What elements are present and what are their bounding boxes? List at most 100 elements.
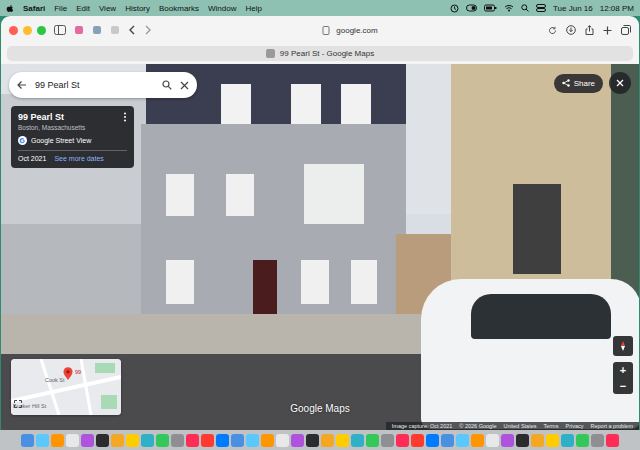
battery-icon[interactable] — [484, 4, 497, 12]
list-icon[interactable] — [110, 25, 120, 35]
forward-icon[interactable] — [144, 25, 152, 35]
see-more-dates-link[interactable]: See more dates — [54, 155, 103, 162]
app-icon[interactable] — [486, 434, 499, 447]
app-menu[interactable]: Safari — [23, 4, 45, 13]
attribution-item[interactable]: Report a problem — [591, 423, 634, 429]
app-icon[interactable] — [396, 434, 409, 447]
reload-icon[interactable] — [548, 26, 557, 35]
address-text[interactable]: google.com — [336, 26, 377, 35]
app-icon[interactable] — [66, 434, 79, 447]
tab-label[interactable]: 99 Pearl St - Google Maps — [280, 49, 374, 58]
back-icon[interactable] — [128, 25, 136, 35]
mini-map[interactable]: Bunker Hill StCook St99 — [11, 359, 121, 415]
close-window-button[interactable] — [9, 26, 18, 35]
menu-item[interactable]: Window — [208, 4, 236, 13]
app-icon[interactable] — [171, 434, 184, 447]
app-icon[interactable] — [186, 434, 199, 447]
app-icon[interactable] — [231, 434, 244, 447]
app-icon[interactable] — [96, 434, 109, 447]
zoom-in-button[interactable]: + — [613, 362, 633, 378]
more-options-icon[interactable] — [123, 112, 127, 122]
tab-group-icon[interactable] — [74, 25, 84, 35]
app-icon[interactable] — [501, 434, 514, 447]
menu-item[interactable]: Edit — [76, 4, 90, 13]
menu-item[interactable]: View — [99, 4, 116, 13]
app-icon[interactable] — [441, 434, 454, 447]
app-icon[interactable] — [51, 434, 64, 447]
app-icon[interactable] — [321, 434, 334, 447]
app-icon[interactable] — [246, 434, 259, 447]
back-arrow-icon[interactable] — [17, 80, 27, 90]
app-icon[interactable] — [21, 434, 34, 447]
close-icon[interactable] — [180, 81, 189, 90]
apple-icon[interactable] — [6, 4, 14, 13]
app-icon[interactable] — [606, 434, 619, 447]
app-icon[interactable] — [111, 434, 124, 447]
app-icon[interactable] — [291, 434, 304, 447]
wifi-icon[interactable] — [504, 4, 514, 12]
sidebar-icon[interactable] — [54, 25, 66, 35]
expand-icon[interactable] — [14, 400, 22, 408]
app-icon[interactable] — [261, 434, 274, 447]
zoom-out-button[interactable]: − — [613, 378, 633, 394]
menu-item[interactable]: History — [125, 4, 150, 13]
app-icon[interactable] — [456, 434, 469, 447]
page-icon[interactable] — [322, 26, 330, 35]
app-icon[interactable] — [216, 434, 229, 447]
control-center-icon[interactable] — [536, 4, 546, 12]
close-street-view-button[interactable] — [609, 72, 631, 94]
app-icon[interactable] — [81, 434, 94, 447]
minimize-button[interactable] — [23, 26, 32, 35]
profile-icon[interactable] — [92, 25, 102, 35]
app-icon[interactable] — [126, 434, 139, 447]
app-icon[interactable] — [156, 434, 169, 447]
app-icon[interactable] — [276, 434, 289, 447]
tab-overview-icon[interactable] — [621, 25, 631, 35]
app-icon[interactable] — [426, 434, 439, 447]
share-button[interactable]: Share — [554, 74, 603, 93]
menu-item[interactable]: Help — [245, 4, 261, 13]
app-icon[interactable] — [336, 434, 349, 447]
expand-map-button[interactable] — [14, 394, 22, 412]
app-icon[interactable] — [411, 434, 424, 447]
app-icon[interactable] — [591, 434, 604, 447]
share-icon[interactable] — [562, 79, 570, 87]
street-view[interactable]: 99 Pearl St99 Pearl StBoston, Massachuse… — [1, 64, 639, 430]
app-icon[interactable] — [531, 434, 544, 447]
app-icon[interactable] — [561, 434, 574, 447]
compass-icon[interactable] — [617, 340, 629, 352]
app-icon[interactable] — [471, 434, 484, 447]
compass-button[interactable] — [613, 336, 633, 356]
attribution-item[interactable]: Privacy — [565, 423, 583, 429]
download-icon[interactable] — [566, 25, 576, 35]
new-tab-icon[interactable] — [603, 26, 612, 35]
zoom-button[interactable] — [37, 26, 46, 35]
app-icon[interactable] — [546, 434, 559, 447]
menu-item[interactable]: File — [54, 4, 67, 13]
app-icon[interactable] — [516, 434, 529, 447]
search-icon[interactable] — [521, 4, 529, 12]
menu-time[interactable]: 12:08 PM — [600, 4, 634, 13]
clock-icon[interactable] — [450, 4, 459, 13]
close-icon[interactable] — [616, 79, 624, 87]
app-icon[interactable] — [366, 434, 379, 447]
app-icon[interactable] — [201, 434, 214, 447]
date-row: Oct 2021See more dates — [18, 155, 127, 162]
app-icon[interactable] — [36, 434, 49, 447]
share-page-icon[interactable] — [585, 25, 594, 35]
app-icon[interactable] — [351, 434, 364, 447]
browser-tab[interactable]: 99 Pearl St - Google Maps — [7, 46, 633, 61]
search-icon[interactable] — [162, 80, 172, 90]
search-box[interactable]: 99 Pearl St — [9, 72, 197, 98]
search-input[interactable]: 99 Pearl St — [35, 80, 154, 90]
app-icon[interactable] — [576, 434, 589, 447]
menu-date[interactable]: Tue Jun 16 — [553, 4, 593, 13]
share-label[interactable]: Share — [574, 79, 595, 88]
attribution-item[interactable]: Terms — [543, 423, 558, 429]
address-bar[interactable]: google.com — [160, 26, 540, 35]
menu-item[interactable]: Bookmarks — [159, 4, 199, 13]
toggle-icon[interactable] — [466, 4, 477, 12]
app-icon[interactable] — [306, 434, 319, 447]
app-icon[interactable] — [381, 434, 394, 447]
app-icon[interactable] — [141, 434, 154, 447]
